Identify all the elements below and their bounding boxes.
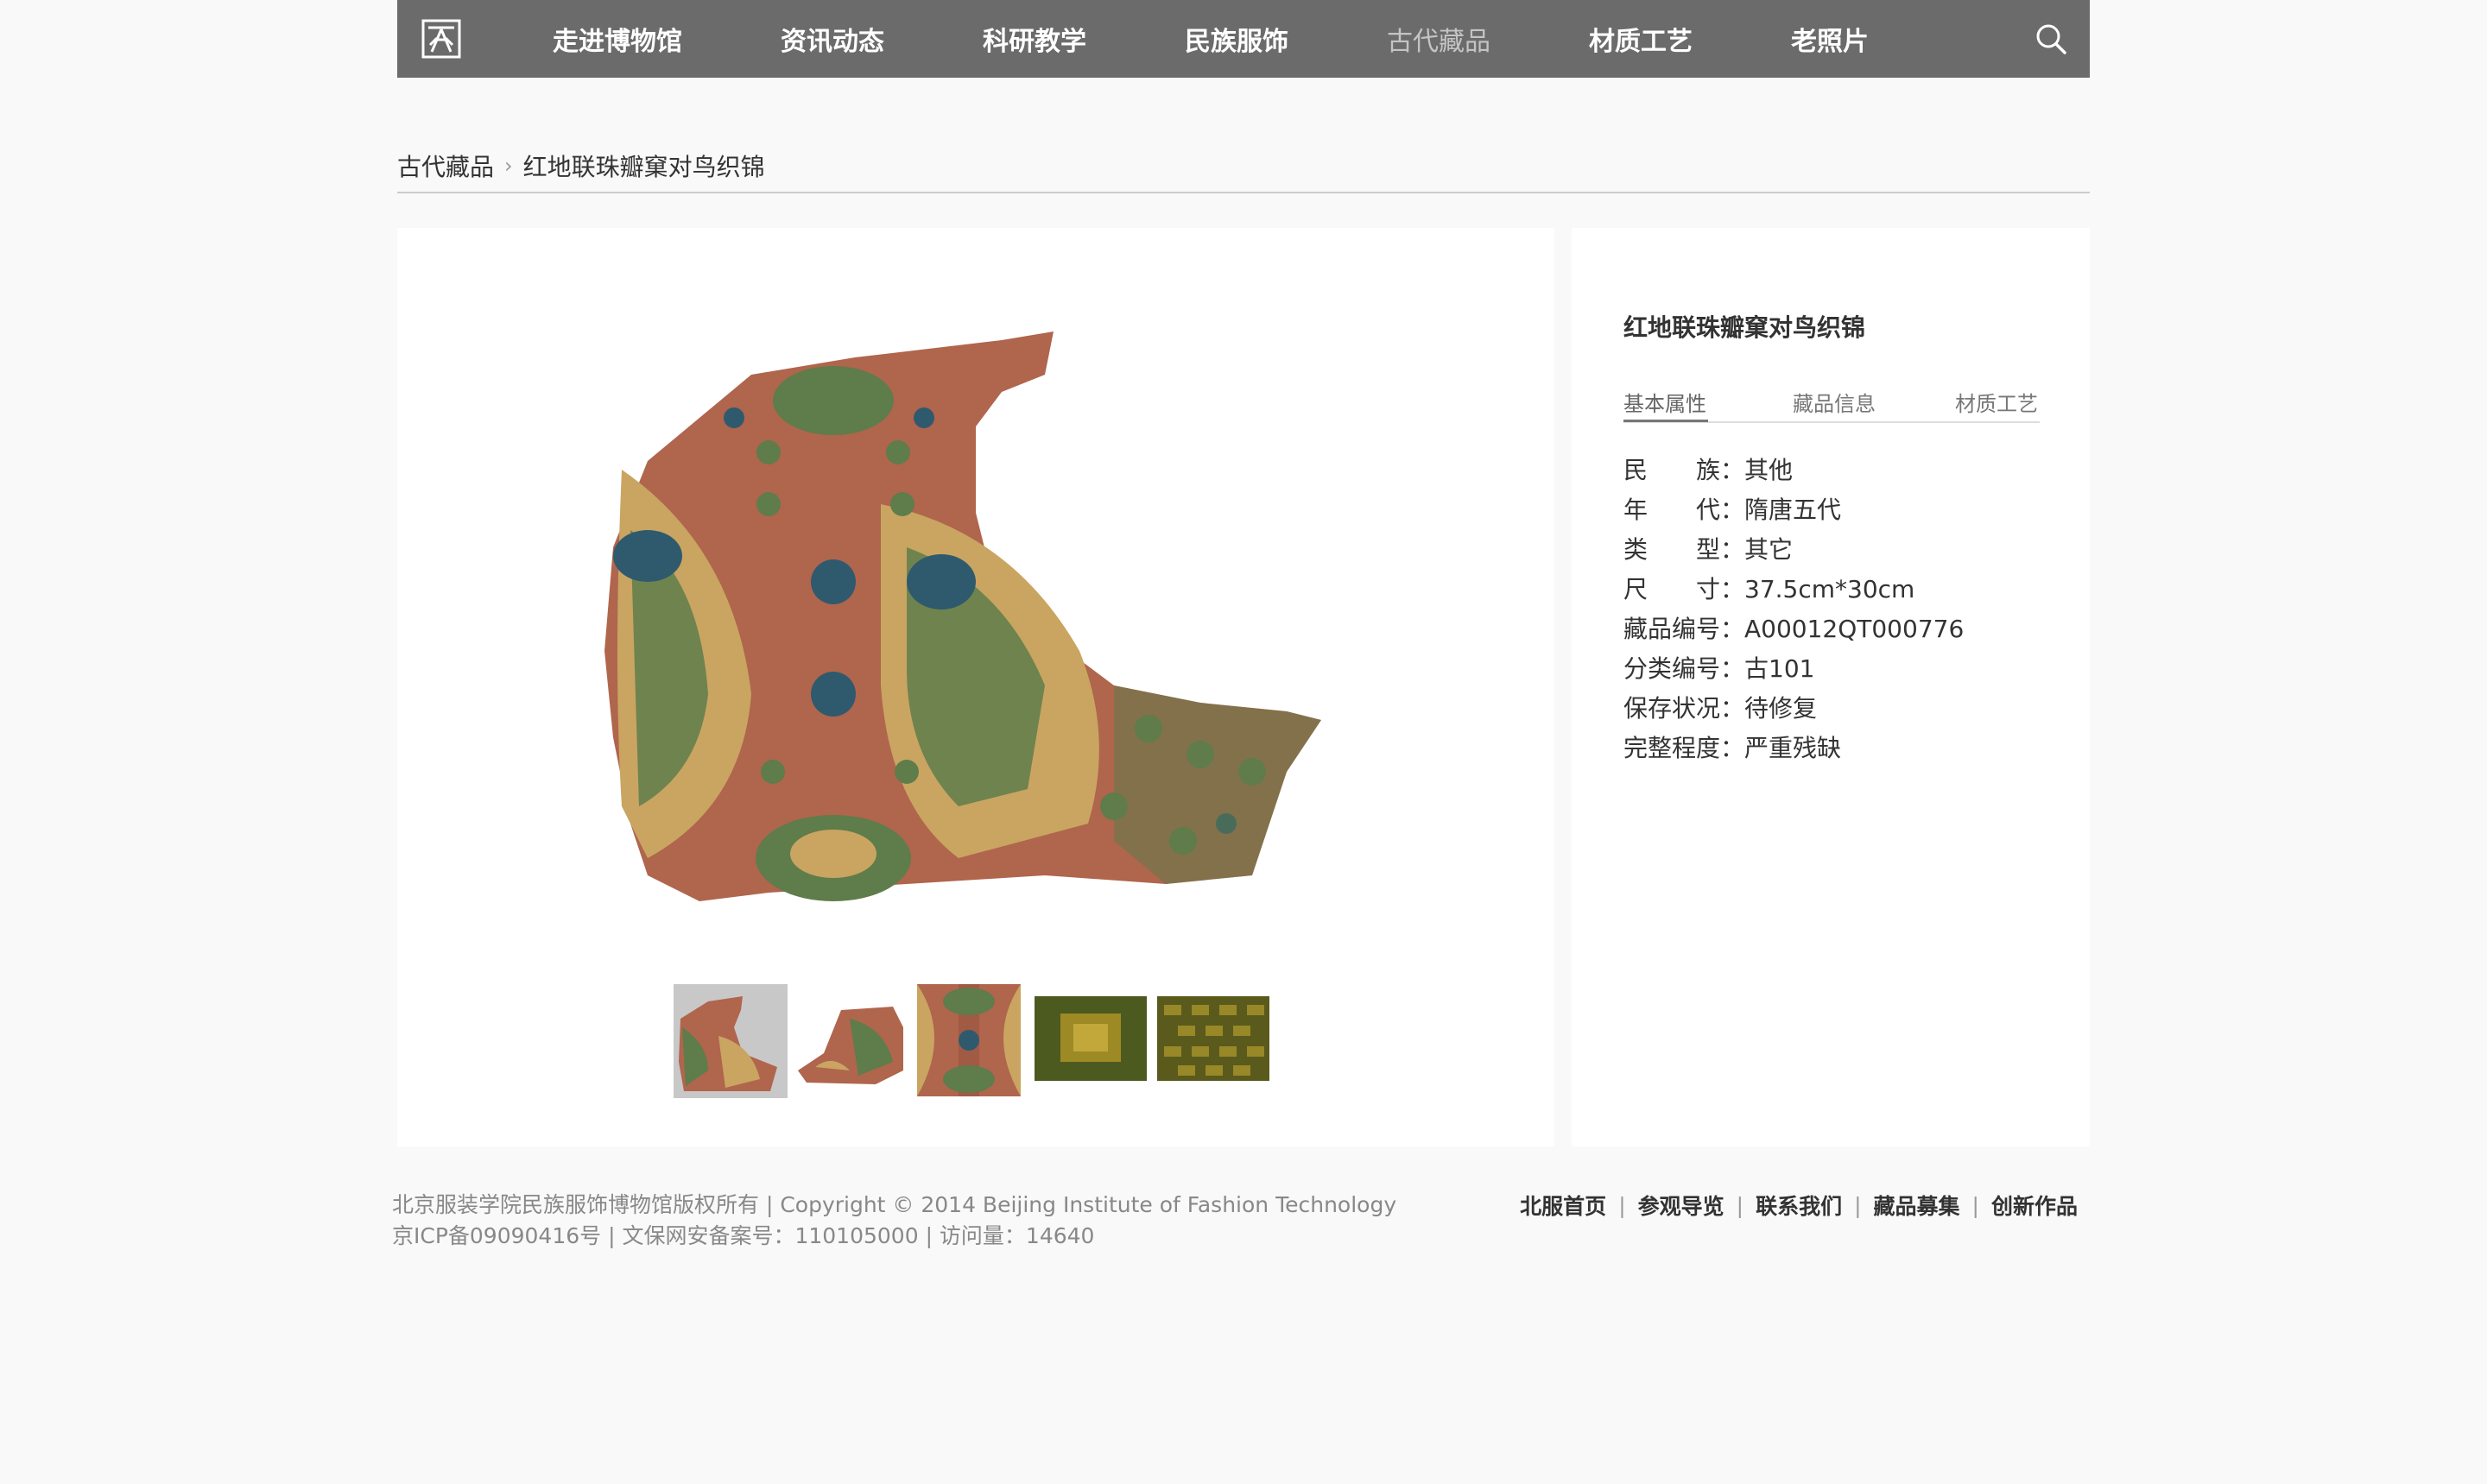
property-value: 37.5cm*30cm xyxy=(1744,575,1915,603)
footer-link-bift-home[interactable]: 北服首页 xyxy=(1520,1190,1606,1221)
footer-link-creative-works[interactable]: 创新作品 xyxy=(1991,1190,2078,1221)
breadcrumb-current: 红地联珠瓣窠对鸟织锦 xyxy=(522,153,765,181)
item-title: 红地联珠瓣窠对鸟织锦 xyxy=(1623,313,1866,342)
tab-materials-craft[interactable]: 材质工艺 xyxy=(1955,387,2038,417)
property-value: 其它 xyxy=(1744,535,1794,564)
property-value: 其他 xyxy=(1744,456,1794,484)
nav-item-museum[interactable]: 走进博物馆 xyxy=(553,20,682,58)
breadcrumb-divider xyxy=(397,192,2090,193)
footer-links: 北服首页 | 参观导览 | 联系我们 | 藏品募集 | 创新作品 xyxy=(1520,1190,2078,1221)
property-value: 隋唐五代 xyxy=(1744,496,1842,524)
property-label: 尺 xyxy=(1623,575,1649,603)
info-panel: 红地联珠瓣窠对鸟织锦 基本属性 藏品信息 材质工艺 民族： 其他 年代： 隋唐五… xyxy=(1572,228,2090,1146)
info-tabs: 基本属性 藏品信息 材质工艺 xyxy=(1623,387,2040,423)
thumbnail-4[interactable] xyxy=(1035,996,1147,1081)
property-label: 民 xyxy=(1623,456,1649,484)
property-label: 分类编号 xyxy=(1623,654,1721,683)
footer-copyright: 北京服装学院民族服饰博物馆版权所有 | Copyright © 2014 Bei… xyxy=(392,1190,1396,1252)
property-label: 年 xyxy=(1623,496,1649,524)
property-label: 保存状况 xyxy=(1623,694,1721,723)
nav-item-news[interactable]: 资讯动态 xyxy=(781,20,884,58)
property-row: 类型： 其它 xyxy=(1623,530,2055,570)
nav-item-materials[interactable]: 材质工艺 xyxy=(1589,20,1693,58)
thumbnail-3[interactable] xyxy=(917,984,1021,1096)
footer-link-collection-call[interactable]: 藏品募集 xyxy=(1874,1190,1960,1221)
footer-link-contact[interactable]: 联系我们 xyxy=(1756,1190,1842,1221)
property-row: 保存状况： 待修复 xyxy=(1623,689,2055,729)
thumbnail-1[interactable] xyxy=(674,984,788,1098)
property-label: 完整程度 xyxy=(1623,734,1721,762)
property-row: 民族： 其他 xyxy=(1623,451,2055,490)
nav-item-ethnic-costume[interactable]: 民族服饰 xyxy=(1185,20,1288,58)
property-value: 严重残缺 xyxy=(1744,734,1842,762)
tab-basic-properties[interactable]: 基本属性 xyxy=(1623,387,1706,417)
main-artifact-image[interactable] xyxy=(596,323,1338,927)
property-row: 分类编号： 古101 xyxy=(1623,649,2055,689)
image-panel xyxy=(397,228,1554,1146)
nav-item-old-photos[interactable]: 老照片 xyxy=(1791,20,1869,58)
property-row: 完整程度： 严重残缺 xyxy=(1623,729,2055,768)
property-value: 古101 xyxy=(1744,654,1815,683)
museum-logo-icon[interactable] xyxy=(421,19,461,59)
thumbnail-2[interactable] xyxy=(798,993,907,1088)
tab-collection-info[interactable]: 藏品信息 xyxy=(1793,387,1876,417)
footer-icp-line: 京ICP备09090416号 | 文保网安备案号：110105000 | 访问量… xyxy=(392,1223,1095,1248)
nav-menu: 走进博物馆 资讯动态 科研教学 民族服饰 古代藏品 材质工艺 老照片 xyxy=(553,0,1967,78)
footer-copyright-line: 北京服装学院民族服饰博物馆版权所有 | Copyright © 2014 Bei… xyxy=(392,1192,1397,1217)
property-value: 待修复 xyxy=(1744,694,1818,723)
property-list: 民族： 其他 年代： 隋唐五代 类型： 其它 尺寸： 37.5cm*30cm 藏… xyxy=(1623,451,2055,768)
property-label: 藏品编号 xyxy=(1623,615,1721,643)
property-row: 年代： 隋唐五代 xyxy=(1623,490,2055,530)
chevron-right-icon: › xyxy=(504,154,513,178)
breadcrumb-parent-link[interactable]: 古代藏品 xyxy=(397,148,494,183)
thumbnail-5[interactable] xyxy=(1157,996,1269,1081)
property-row: 尺寸： 37.5cm*30cm xyxy=(1623,570,2055,609)
property-row: 藏品编号： A00012QT000776 xyxy=(1623,609,2055,649)
breadcrumb: 古代藏品 › 红地联珠瓣窠对鸟织锦 xyxy=(397,148,765,183)
active-tab-indicator xyxy=(1623,420,1708,422)
thumbnail-strip xyxy=(674,984,1295,1102)
nav-item-research[interactable]: 科研教学 xyxy=(983,20,1086,58)
footer-link-visit-guide[interactable]: 参观导览 xyxy=(1638,1190,1724,1221)
nav-item-ancient-collection[interactable]: 古代藏品 xyxy=(1387,20,1490,58)
search-icon[interactable] xyxy=(2035,22,2067,55)
property-value: A00012QT000776 xyxy=(1744,615,1965,643)
top-nav: 走进博物馆 资讯动态 科研教学 民族服饰 古代藏品 材质工艺 老照片 xyxy=(397,0,2090,78)
property-label: 类 xyxy=(1623,535,1649,564)
